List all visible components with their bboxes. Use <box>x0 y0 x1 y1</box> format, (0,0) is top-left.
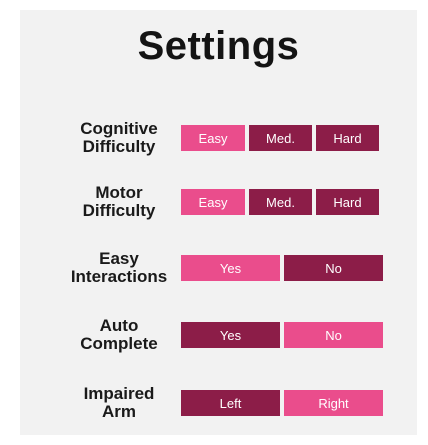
motor-easy-button[interactable]: Easy <box>181 189 245 215</box>
easy-interactions-options: Yes No <box>181 255 383 281</box>
easy-interactions-no-button[interactable]: No <box>284 255 383 281</box>
auto-complete-yes-button[interactable]: Yes <box>181 322 280 348</box>
easy-interactions-yes-button[interactable]: Yes <box>181 255 280 281</box>
settings-panel: Settings Cognitive Difficulty Easy Med. H… <box>20 10 417 435</box>
motor-hard-button[interactable]: Hard <box>316 189 379 215</box>
setting-row-impaired-arm: Impaired Arm Left Right <box>20 378 417 428</box>
auto-complete-options: Yes No <box>181 322 383 348</box>
setting-label-impaired-arm: Impaired Arm <box>83 384 155 421</box>
cognitive-easy-button[interactable]: Easy <box>181 125 245 151</box>
setting-label-auto-complete: Auto Complete <box>80 316 158 353</box>
cognitive-hard-button[interactable]: Hard <box>316 125 379 151</box>
impaired-arm-options: Left Right <box>181 390 383 416</box>
motor-difficulty-options: Easy Med. Hard <box>181 189 379 215</box>
impaired-arm-right-button[interactable]: Right <box>284 390 383 416</box>
cognitive-difficulty-options: Easy Med. Hard <box>181 125 379 151</box>
setting-row-cognitive-difficulty: Cognitive Difficulty Easy Med. Hard <box>20 113 417 163</box>
setting-row-easy-interactions: Easy Interactions Yes No <box>20 243 417 293</box>
setting-label-cognitive-difficulty: Cognitive Difficulty <box>80 119 158 156</box>
impaired-arm-left-button[interactable]: Left <box>181 390 280 416</box>
setting-label-easy-interactions: Easy Interactions <box>70 249 168 286</box>
page-title: Settings <box>137 24 300 68</box>
setting-row-motor-difficulty: Motor Difficulty Easy Med. Hard <box>20 177 417 227</box>
setting-label-motor-difficulty: Motor Difficulty <box>82 183 156 220</box>
cognitive-med-button[interactable]: Med. <box>249 125 312 151</box>
motor-med-button[interactable]: Med. <box>249 189 312 215</box>
setting-row-auto-complete: Auto Complete Yes No <box>20 310 417 360</box>
auto-complete-no-button[interactable]: No <box>284 322 383 348</box>
